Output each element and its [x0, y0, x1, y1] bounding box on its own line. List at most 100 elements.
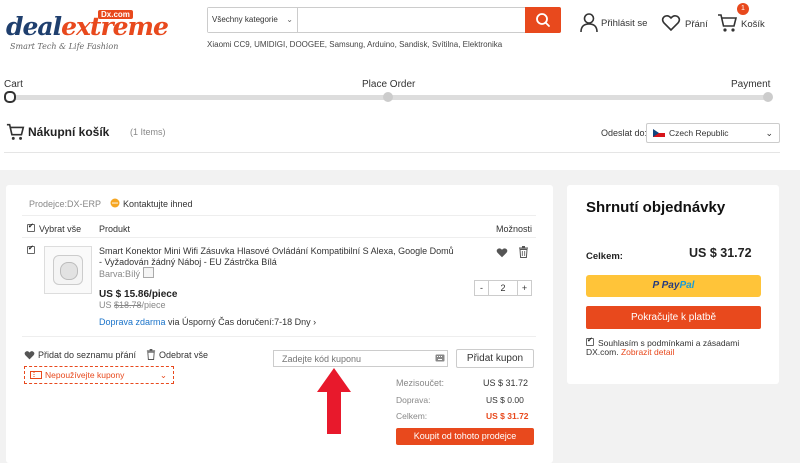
- ship-to-select[interactable]: Czech Republic ⌄: [646, 123, 780, 143]
- old-price-value: $18.78: [114, 300, 142, 310]
- product-image[interactable]: [44, 246, 92, 294]
- summary-title: Shrnutí objednávky: [586, 199, 726, 216]
- summary-total-value: US $ 31.72: [689, 246, 752, 260]
- options-column-header: Možnosti: [496, 224, 533, 234]
- shipping-label: Doprava:: [396, 395, 431, 405]
- ship-to-label: Odeslat do:: [601, 128, 648, 138]
- product-column-header: Produkt: [99, 224, 131, 234]
- logo-deal-text: deal: [6, 12, 62, 41]
- logo-tagline: Smart Tech & Life Fashion: [10, 42, 119, 51]
- subtotal-label: Mezisoučet:: [396, 378, 445, 388]
- quantity-input[interactable]: 2: [489, 281, 517, 295]
- site-logo[interactable]: dealextreme Dx.com Smart Tech & Life Fas…: [6, 10, 169, 51]
- quantity-increase-button[interactable]: +: [517, 281, 531, 295]
- cart-icon: [6, 123, 25, 140]
- logo-dx-badge: Dx.com: [98, 10, 133, 19]
- site-header: dealextreme Dx.com Smart Tech & Life Fas…: [0, 0, 800, 60]
- shipping-info: Doprava zdarma via Úsporný Čas doručení:…: [99, 317, 316, 327]
- quantity-decrease-button[interactable]: -: [475, 281, 489, 295]
- step-place-order-label: Place Order: [362, 79, 416, 90]
- heart-icon: [24, 351, 35, 360]
- add-to-wishlist-link[interactable]: Přidat do seznamu přání: [38, 350, 136, 360]
- divider: [22, 336, 536, 337]
- search-icon: [536, 13, 550, 27]
- product-old-price: US $18.78/piece: [99, 300, 166, 310]
- seller-label: Prodejce:DX-ERP: [29, 199, 102, 209]
- subtotal-value: US $ 31.72: [483, 378, 529, 388]
- cart-title: Nákupní košík: [28, 125, 110, 139]
- paypal-button[interactable]: P PayPal: [586, 275, 761, 297]
- login-label: Přihlásit se: [601, 18, 648, 29]
- no-coupon-select[interactable]: Nepoužívejte kupony ⌄: [24, 366, 174, 384]
- select-all-checkbox[interactable]: [27, 222, 35, 232]
- search-suggestions[interactable]: Xiaomi CC9, UMIDIGI, DOOGEE, Samsung, Ar…: [207, 40, 502, 49]
- paypal-logo-icon: P: [652, 280, 659, 291]
- step-cart-dot: [4, 91, 16, 103]
- product-socket-image: [53, 255, 83, 285]
- terms-site: DX.com.: [586, 347, 619, 357]
- heart-icon: [661, 14, 681, 32]
- search-category-label: Všechny kategorie: [212, 15, 278, 24]
- old-price-prefix: US: [99, 300, 115, 310]
- paypal-pal-text: Pal: [679, 280, 695, 291]
- free-shipping-link[interactable]: Doprava zdarma: [99, 317, 166, 327]
- cart-link[interactable]: 1 Košík: [717, 3, 767, 36]
- cart-item-count: (1 Items): [130, 127, 166, 137]
- coupon-code-input[interactable]: [273, 350, 448, 367]
- divider: [22, 237, 536, 238]
- user-icon: [580, 13, 598, 33]
- red-arrow-annotation: [317, 368, 351, 434]
- chevron-down-icon: ⌄: [159, 370, 167, 380]
- step-place-order-dot: [383, 92, 393, 102]
- shipping-method-text[interactable]: via Úsporný Čas doručení:7-18 Dny: [168, 317, 311, 327]
- view-terms-link[interactable]: Zobrazit detail: [621, 347, 674, 357]
- search-button[interactable]: [525, 7, 561, 33]
- total-value: US $ 31.72: [486, 411, 529, 421]
- chevron-down-icon: ⌄: [765, 128, 773, 138]
- flag-cz-icon: [653, 129, 665, 137]
- step-cart-label: Cart: [4, 79, 23, 90]
- wishlist-link[interactable]: Přání: [661, 12, 709, 36]
- search-input[interactable]: [299, 8, 527, 32]
- chevron-right-icon: ›: [313, 317, 317, 327]
- divider: [22, 215, 536, 216]
- quantity-stepper: - 2 +: [474, 280, 532, 296]
- keyboard-icon: [435, 354, 445, 362]
- terms-text-line2: DX.com. Zobrazit detail: [586, 347, 674, 357]
- product-color-label: Barva:Bílý: [99, 269, 141, 279]
- product-title-line1[interactable]: Smart Konektor Mini Wifi Zásuvka Hlasové…: [99, 246, 454, 256]
- wishlist-label: Přání: [685, 19, 708, 30]
- no-coupon-label: Nepoužívejte kupony: [45, 370, 125, 380]
- trash-icon[interactable]: [518, 246, 529, 258]
- heart-icon[interactable]: [496, 247, 508, 258]
- cart-label: Košík: [741, 19, 765, 30]
- search-bar: Všechny kategorie ⌄: [207, 7, 561, 33]
- step-payment-dot: [763, 92, 773, 102]
- section-divider: [4, 152, 780, 153]
- apply-coupon-button[interactable]: Přidat kupon: [456, 349, 534, 368]
- color-swatch[interactable]: [143, 267, 154, 278]
- summary-total-label: Celkem:: [586, 251, 623, 262]
- proceed-to-payment-button[interactable]: Pokračujte k platbě: [586, 306, 761, 329]
- old-price-suffix: /piece: [141, 300, 166, 310]
- product-price: US $ 15.86/piece: [99, 289, 178, 300]
- product-title-line2[interactable]: - Vyžadován žádný Náboj - EU Zástrčka Bí…: [99, 257, 277, 267]
- cart-icon: [718, 14, 738, 32]
- terms-checkbox[interactable]: [586, 336, 594, 346]
- chevron-down-icon: ⌄: [286, 15, 293, 24]
- remove-all-link[interactable]: Odebrat vše: [159, 350, 208, 360]
- total-label: Celkem:: [396, 411, 428, 421]
- login-link[interactable]: Přihlásit se: [579, 12, 654, 36]
- step-payment-label: Payment: [731, 79, 771, 90]
- paypal-pay-text: Pay: [661, 280, 680, 291]
- select-all-label: Vybrat vše: [39, 224, 82, 234]
- ship-to-value: Czech Republic: [669, 128, 729, 138]
- coupon-icon: [30, 371, 42, 379]
- shipping-value: US $ 0.00: [486, 395, 524, 405]
- buy-from-seller-button[interactable]: Koupit od tohoto prodejce: [396, 428, 534, 445]
- search-category-select[interactable]: Všechny kategorie ⌄: [208, 8, 298, 32]
- chat-icon: [110, 198, 120, 208]
- contact-seller-link[interactable]: Kontaktujte ihned: [123, 199, 193, 209]
- trash-icon: [146, 349, 156, 360]
- item-checkbox[interactable]: [27, 244, 35, 254]
